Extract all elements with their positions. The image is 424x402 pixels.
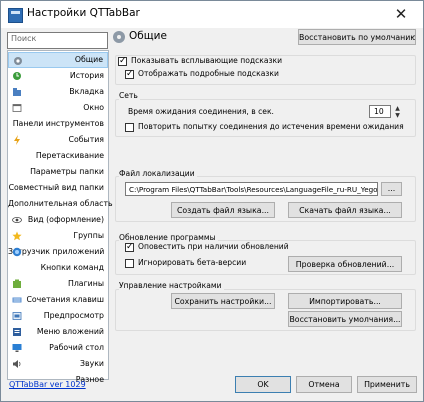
sidebar-item-shared-view[interactable]: Совместный вид папки bbox=[8, 180, 108, 196]
star-icon bbox=[12, 231, 22, 241]
notify-updates-checkbox[interactable] bbox=[125, 241, 134, 253]
submenu-icon bbox=[13, 328, 21, 336]
close-icon[interactable]: ✕ bbox=[379, 1, 423, 28]
show-tooltips-label: Показывать всплывающие подсказки bbox=[131, 56, 283, 65]
search-input[interactable]: Поиск bbox=[7, 32, 108, 49]
sidebar-item-groups[interactable]: Группы bbox=[8, 228, 108, 244]
sidebar-item-events[interactable]: События bbox=[8, 132, 108, 148]
sidebar-item-label: Плагины bbox=[67, 279, 104, 288]
cancel-button[interactable]: Отмена bbox=[296, 376, 352, 393]
sidebar-item-desktop[interactable]: Рабочий стол bbox=[8, 340, 108, 356]
sidebar-item-label: История bbox=[69, 71, 104, 80]
import-settings-button[interactable]: Импортировать... bbox=[288, 293, 402, 309]
sidebar-item-history[interactable]: История bbox=[8, 68, 108, 84]
client-area: Поиск Общие История Вкладка Окно Панели … bbox=[1, 28, 423, 401]
sidebar-nav: Общие История Вкладка Окно Панели инстру… bbox=[7, 50, 113, 384]
sidebar-item-label: Окно bbox=[83, 103, 104, 112]
retry-connection-checkbox[interactable] bbox=[125, 123, 134, 132]
sidebar-item-label: Вид (оформление) bbox=[27, 215, 104, 224]
apply-button[interactable]: Применить bbox=[357, 376, 417, 393]
localization-group-label: Файл локализации bbox=[119, 169, 197, 178]
sidebar-item-label: Звуки bbox=[80, 359, 104, 368]
restore-settings-button[interactable]: Восстановить умолчания... bbox=[288, 311, 402, 327]
ok-button[interactable]: OK bbox=[235, 376, 291, 393]
sidebar-item-folder-options[interactable]: Параметры папки bbox=[8, 164, 108, 180]
sidebar-item-label: Дополнительная область bbox=[8, 199, 113, 208]
retry-connection-label: Повторить попытку соединения до истечени… bbox=[138, 122, 404, 131]
lightning-icon bbox=[14, 135, 20, 145]
speaker-icon bbox=[13, 360, 21, 368]
sidebar-item-label: Предпросмотр bbox=[43, 311, 104, 320]
sidebar-item-sounds[interactable]: Звуки bbox=[8, 356, 108, 372]
window-icon bbox=[12, 104, 22, 112]
sidebar-item-label: Кнопки команд bbox=[40, 263, 104, 272]
sidebar-item-label: Перетаскивание bbox=[35, 151, 104, 160]
detailed-tooltips-checkbox[interactable] bbox=[125, 68, 134, 80]
sidebar-item-label: Рабочий стол bbox=[49, 343, 104, 352]
sidebar-item-shortcuts[interactable]: Сочетания клавиш bbox=[8, 292, 108, 308]
sidebar-item-label: Группы bbox=[73, 231, 104, 240]
sidebar-item-label: Сочетания клавиш bbox=[26, 295, 104, 304]
ignore-beta-label: Игнорировать бета-версии bbox=[138, 258, 247, 267]
sidebar-item-label: События bbox=[68, 135, 104, 144]
sidebar-item-label: Меню вложений bbox=[36, 327, 104, 336]
sidebar-item-appearance[interactable]: Вид (оформление) bbox=[8, 212, 108, 228]
show-tooltips-checkbox[interactable] bbox=[118, 55, 127, 67]
sidebar-item-label: Совместный вид папки bbox=[8, 183, 104, 192]
gear-icon bbox=[14, 57, 22, 65]
desktop-icon bbox=[12, 344, 22, 352]
sidebar-item-command-buttons[interactable]: Кнопки команд bbox=[8, 260, 108, 276]
sidebar-item-drag-drop[interactable]: Перетаскивание bbox=[8, 148, 108, 164]
timeout-label: Время ожидания соединения, в сек. bbox=[128, 107, 274, 116]
notify-updates-label: Оповестить при наличии обновлений bbox=[138, 242, 289, 251]
preview-icon bbox=[12, 312, 22, 320]
sidebar-item-window[interactable]: Окно bbox=[8, 100, 108, 116]
ignore-beta-checkbox[interactable] bbox=[125, 259, 134, 268]
sidebar-item-label: Панели инструментов bbox=[12, 119, 104, 128]
sidebar-item-label: Параметры папки bbox=[30, 167, 104, 176]
sidebar-item-general[interactable]: Общие bbox=[8, 52, 108, 68]
detailed-tooltips-label: Отображать подробные подсказки bbox=[138, 69, 279, 78]
sidebar-item-toolbars[interactable]: Панели инструментов bbox=[8, 116, 108, 132]
history-clock-icon bbox=[13, 72, 21, 80]
download-language-file-button[interactable]: Скачать файл языка... bbox=[288, 202, 402, 218]
create-language-file-button[interactable]: Создать файл языка... bbox=[171, 202, 275, 218]
timeout-spinbox[interactable]: 10 bbox=[369, 105, 391, 118]
sidebar-item-label: Общие bbox=[74, 55, 103, 64]
title-bar: Настройки QTTabBar ✕ bbox=[1, 1, 423, 28]
sidebar-item-submenus[interactable]: Меню вложений bbox=[8, 324, 108, 340]
save-settings-button[interactable]: Сохранить настройки... bbox=[171, 293, 275, 309]
app-launcher-icon bbox=[12, 247, 22, 257]
page-title: Общие bbox=[129, 30, 167, 42]
updates-group-label: Обновление программы bbox=[119, 233, 218, 242]
restore-defaults-button[interactable]: Восстановить по умолчанию bbox=[298, 29, 416, 45]
spin-down-icon[interactable]: ▼ bbox=[393, 112, 402, 119]
language-file-path-input[interactable]: C:\Program Files\QTTabBar\Tools\Resource… bbox=[125, 182, 378, 196]
network-group-label: Сеть bbox=[119, 91, 140, 100]
sidebar-item-label: Вкладка bbox=[69, 87, 104, 96]
spin-up-icon[interactable]: ▲ bbox=[393, 105, 402, 112]
sidebar-item-preview[interactable]: Предпросмотр bbox=[8, 308, 108, 324]
settings-management-group-label: Управление настройками bbox=[119, 281, 224, 290]
version-link[interactable]: QTTabBar ver 1029 bbox=[9, 380, 86, 389]
sidebar-item-app-launcher[interactable]: Загрузчик приложений bbox=[8, 244, 108, 260]
general-settings-icon bbox=[113, 31, 125, 43]
keyboard-icon bbox=[12, 297, 22, 303]
sidebar-item-extra-area[interactable]: Дополнительная область bbox=[8, 196, 113, 212]
sidebar-item-plugins[interactable]: Плагины bbox=[8, 276, 108, 292]
settings-window: Настройки QTTabBar ✕ Поиск Общие История… bbox=[0, 0, 424, 402]
check-updates-button[interactable]: Проверка обновлений... bbox=[288, 256, 402, 272]
sidebar-item-tab[interactable]: Вкладка bbox=[8, 84, 108, 100]
tab-icon bbox=[13, 88, 21, 96]
window-title: Настройки QTTabBar bbox=[27, 7, 140, 19]
plugin-icon bbox=[13, 279, 21, 288]
app-icon bbox=[8, 8, 23, 23]
browse-button[interactable]: ... bbox=[381, 182, 402, 196]
sidebar-item-label: Загрузчик приложений bbox=[8, 247, 105, 256]
eye-icon bbox=[12, 217, 22, 223]
